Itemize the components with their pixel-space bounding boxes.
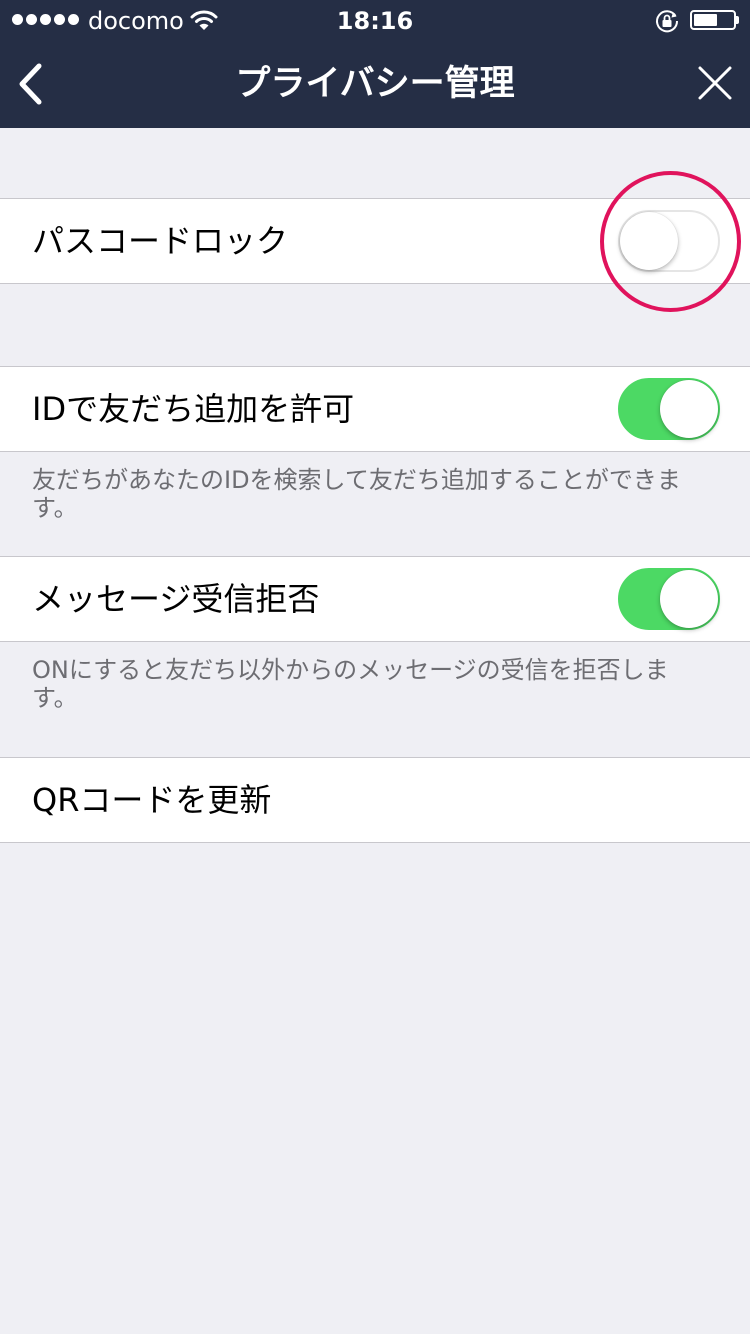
toggle-knob [660,570,718,628]
reject-messages-row: メッセージ受信拒否 [0,556,750,642]
close-icon[interactable] [694,62,736,104]
status-bar: docomo 18:16 [0,0,750,40]
page-title: プライバシー管理 [235,64,515,104]
status-time: 18:16 [336,7,414,35]
rotation-lock-icon [656,10,679,33]
battery-icon [690,10,736,30]
passcode-lock-toggle[interactable] [618,210,720,272]
passcode-lock-row: パスコードロック [0,198,750,284]
reject-messages-toggle[interactable] [618,568,720,630]
update-qr-code-label: QRコードを更新 [32,781,272,819]
reject-messages-label: メッセージ受信拒否 [32,580,320,618]
battery-level-fill [694,14,717,26]
allow-id-add-note: 友だちがあなたのIDを検索して友だち追加することができます。 [32,466,681,522]
allow-id-add-row: IDで友だち追加を許可 [0,366,750,452]
update-qr-code-row[interactable]: QRコードを更新 [0,757,750,843]
allow-id-add-label: IDで友だち追加を許可 [32,390,355,428]
battery-tip [736,16,739,24]
reject-messages-note: ONにすると友だち以外からのメッセージの受信を拒否します。 [32,656,669,712]
allow-id-add-toggle[interactable] [618,378,720,440]
toggle-knob [620,212,678,270]
passcode-lock-label: パスコードロック [32,222,289,260]
toggle-knob [660,380,718,438]
chevron-left-icon[interactable] [12,60,52,108]
app-header: docomo 18:16 プライバシー管理 [0,0,750,128]
